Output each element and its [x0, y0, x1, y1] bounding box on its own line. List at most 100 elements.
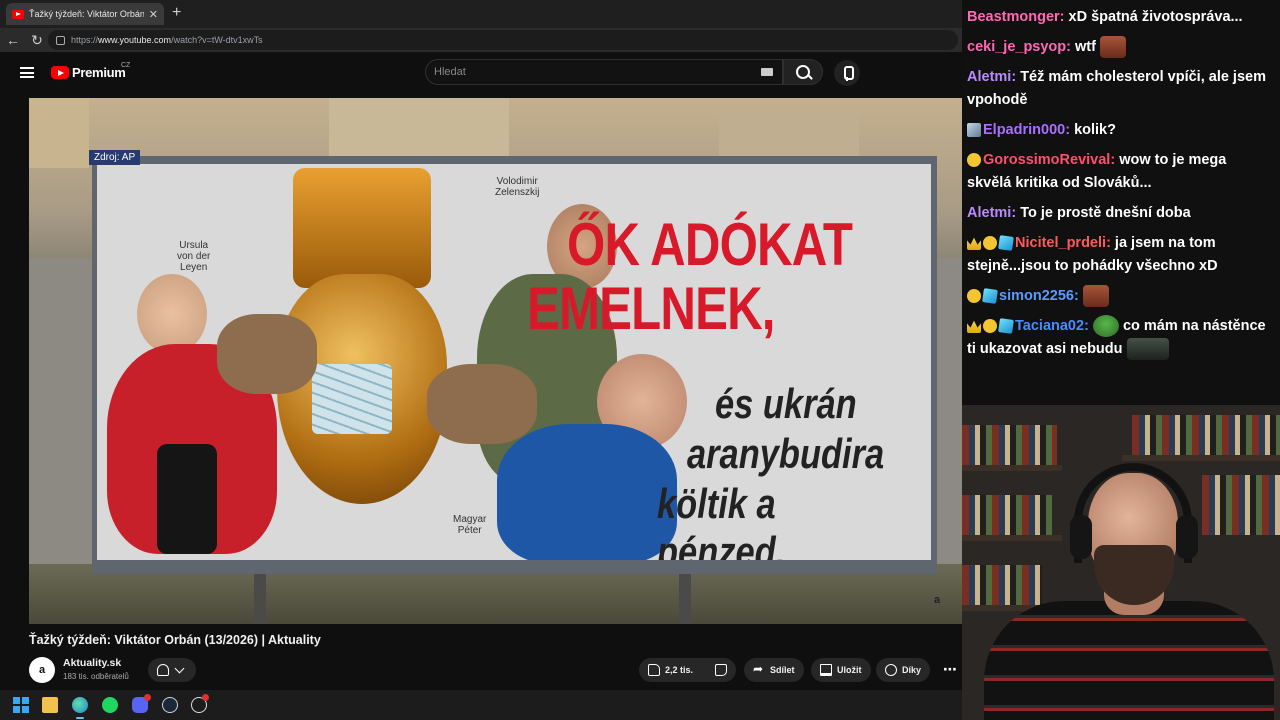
caption-left: Ursula von der Leyen [177, 240, 211, 273]
channel-name[interactable]: Aktuality.sk [63, 657, 121, 669]
keyboard-icon[interactable] [761, 68, 773, 76]
chat-text: To je prostě dnešní doba [1020, 205, 1191, 221]
like-button[interactable]: 2,2 tis. [648, 664, 693, 676]
search-input[interactable] [434, 64, 734, 80]
chat-username[interactable]: simon2256 [999, 288, 1074, 304]
billboard-headline-2: EMELNEK, [527, 275, 775, 342]
face-emote-icon [1082, 285, 1109, 308]
share-label: Sdílet [770, 665, 795, 675]
money-bag-left [217, 314, 317, 394]
hand-badge-icon [967, 289, 981, 304]
save-button[interactable]: Uložit [811, 658, 871, 682]
chat-colon: : [1084, 318, 1093, 334]
headphone-cup-left [1070, 515, 1092, 559]
chat-username[interactable]: Aletmi [967, 69, 1011, 85]
bookshelf-books [1202, 475, 1280, 535]
more-actions-icon[interactable]: ⋯ [938, 658, 962, 682]
dark-emote-icon [1126, 338, 1169, 361]
youtube-favicon-icon [12, 9, 24, 19]
crown-badge-icon [967, 320, 981, 334]
menu-icon[interactable] [20, 67, 34, 78]
dislike-button[interactable] [715, 664, 727, 676]
crown-badge-icon [967, 237, 981, 251]
caption-bottom: Magyar Péter [453, 514, 487, 536]
youtube-logo-icon[interactable] [51, 66, 69, 79]
browser-tab-active[interactable]: Ťažký týždeň: Viktátor Orbán (13/2 ✕ [6, 3, 164, 25]
region-code: CZ [121, 62, 131, 69]
notification-badge [144, 694, 151, 701]
diamond-badge-icon [967, 123, 981, 138]
channel-watermark: a [934, 594, 941, 606]
chat-username[interactable]: Nicitel_prdeli [1015, 235, 1106, 251]
chat-username[interactable]: GorossimoRevival [983, 152, 1110, 168]
cube-badge-icon [998, 235, 1014, 252]
thanks-label: Díky [902, 665, 922, 675]
chat-colon: : [1011, 69, 1021, 85]
chat-colon: : [1065, 122, 1075, 138]
save-icon [820, 664, 832, 676]
figure-dark-trousers [157, 444, 217, 554]
save-label: Uložit [837, 665, 862, 675]
tab-strip: Ťažký týždeň: Viktátor Orbán (13/2 ✕ + [0, 0, 962, 28]
steam-icon[interactable] [162, 697, 178, 713]
caption-top: Volodimir Zelenszkij [495, 176, 540, 198]
chat-colon: : [1073, 288, 1083, 304]
subscriber-count: 183 tis. odběratelů [63, 672, 129, 681]
close-tab-icon[interactable]: ✕ [149, 8, 158, 21]
reload-icon[interactable]: ↻ [28, 31, 46, 49]
chat-message: simon2256: [967, 285, 1274, 308]
hand-badge-icon [983, 236, 997, 251]
background-building [329, 98, 509, 158]
video-title: Ťažký týždeň: Viktátor Orbán (13/2026) |… [29, 633, 321, 647]
youtube-header: Premium CZ [0, 52, 962, 96]
billboard-headline-1: ŐK ADÓKAT [567, 211, 853, 278]
channel-avatar[interactable]: a [29, 657, 55, 683]
cube-badge-icon [982, 288, 998, 305]
chat-username[interactable]: ceki_je_psyop [967, 39, 1066, 55]
url-bar[interactable]: https://www.youtube.com/watch?v=tW-dtv1x… [48, 30, 958, 50]
chat-message: Aletmi: To je prostě dnešní doba [967, 202, 1274, 225]
chat-username[interactable]: Taciana02 [1015, 318, 1084, 334]
billboard-subline-1: és ukrán [715, 380, 857, 427]
notification-bell-button[interactable] [148, 658, 196, 682]
source-badge: Zdroj: AP [89, 150, 141, 165]
chat-username[interactable]: Beastmonger [967, 9, 1060, 25]
thumb-up-icon [648, 664, 660, 676]
chat-message: Nicitel_prdeli: ja jsem na tom stejně...… [967, 232, 1274, 278]
hand-badge-icon [983, 319, 997, 334]
new-tab-icon[interactable]: + [172, 4, 181, 22]
chat-message: GorossimoRevival: wow to je mega skvělá … [967, 149, 1274, 195]
bookshelf-books [1132, 415, 1280, 455]
voice-search-icon[interactable] [834, 60, 860, 86]
file-explorer-icon[interactable] [42, 697, 58, 713]
chevron-down-icon [174, 664, 186, 676]
windows-start-icon[interactable] [13, 697, 29, 713]
back-arrow-icon[interactable]: ← [4, 31, 22, 49]
search-button[interactable] [783, 59, 823, 85]
site-info-icon[interactable] [56, 35, 65, 45]
person-shirt [984, 601, 1274, 720]
billboard-post [679, 572, 691, 624]
chat-username[interactable]: Aletmi [967, 205, 1011, 221]
chat-username[interactable]: Elpadrin000 [983, 122, 1065, 138]
notification-badge [202, 694, 209, 701]
like-count: 2,2 tis. [665, 665, 694, 675]
webcam-feed [962, 405, 1280, 720]
share-button[interactable]: Sdílet [744, 658, 804, 682]
browser-window: Ťažký týždeň: Viktátor Orbán (13/2 ✕ + ←… [0, 0, 962, 690]
video-player[interactable]: ŐK ADÓKAT EMELNEK, és ukrán aranybudira … [29, 98, 962, 624]
youtube-brand[interactable]: Premium [72, 65, 126, 80]
thanks-button[interactable]: Díky [876, 658, 931, 682]
share-icon [753, 662, 765, 676]
bookshelf-books [962, 425, 1057, 465]
bookshelf [962, 465, 1062, 471]
hand-badge-icon [967, 153, 981, 168]
billboard-subline-3: költik a pénzed. [657, 480, 786, 560]
chat-colon: : [1059, 9, 1069, 25]
money-bag-right [427, 364, 537, 444]
bookshelf-books [962, 495, 1052, 535]
spotify-icon[interactable] [102, 697, 118, 713]
edge-icon[interactable] [72, 697, 88, 713]
chat-message: Beastmonger: xD špatná životospráva... [967, 6, 1274, 29]
url-text[interactable]: https://www.youtube.com/watch?v=tW-dtv1x… [71, 35, 263, 45]
